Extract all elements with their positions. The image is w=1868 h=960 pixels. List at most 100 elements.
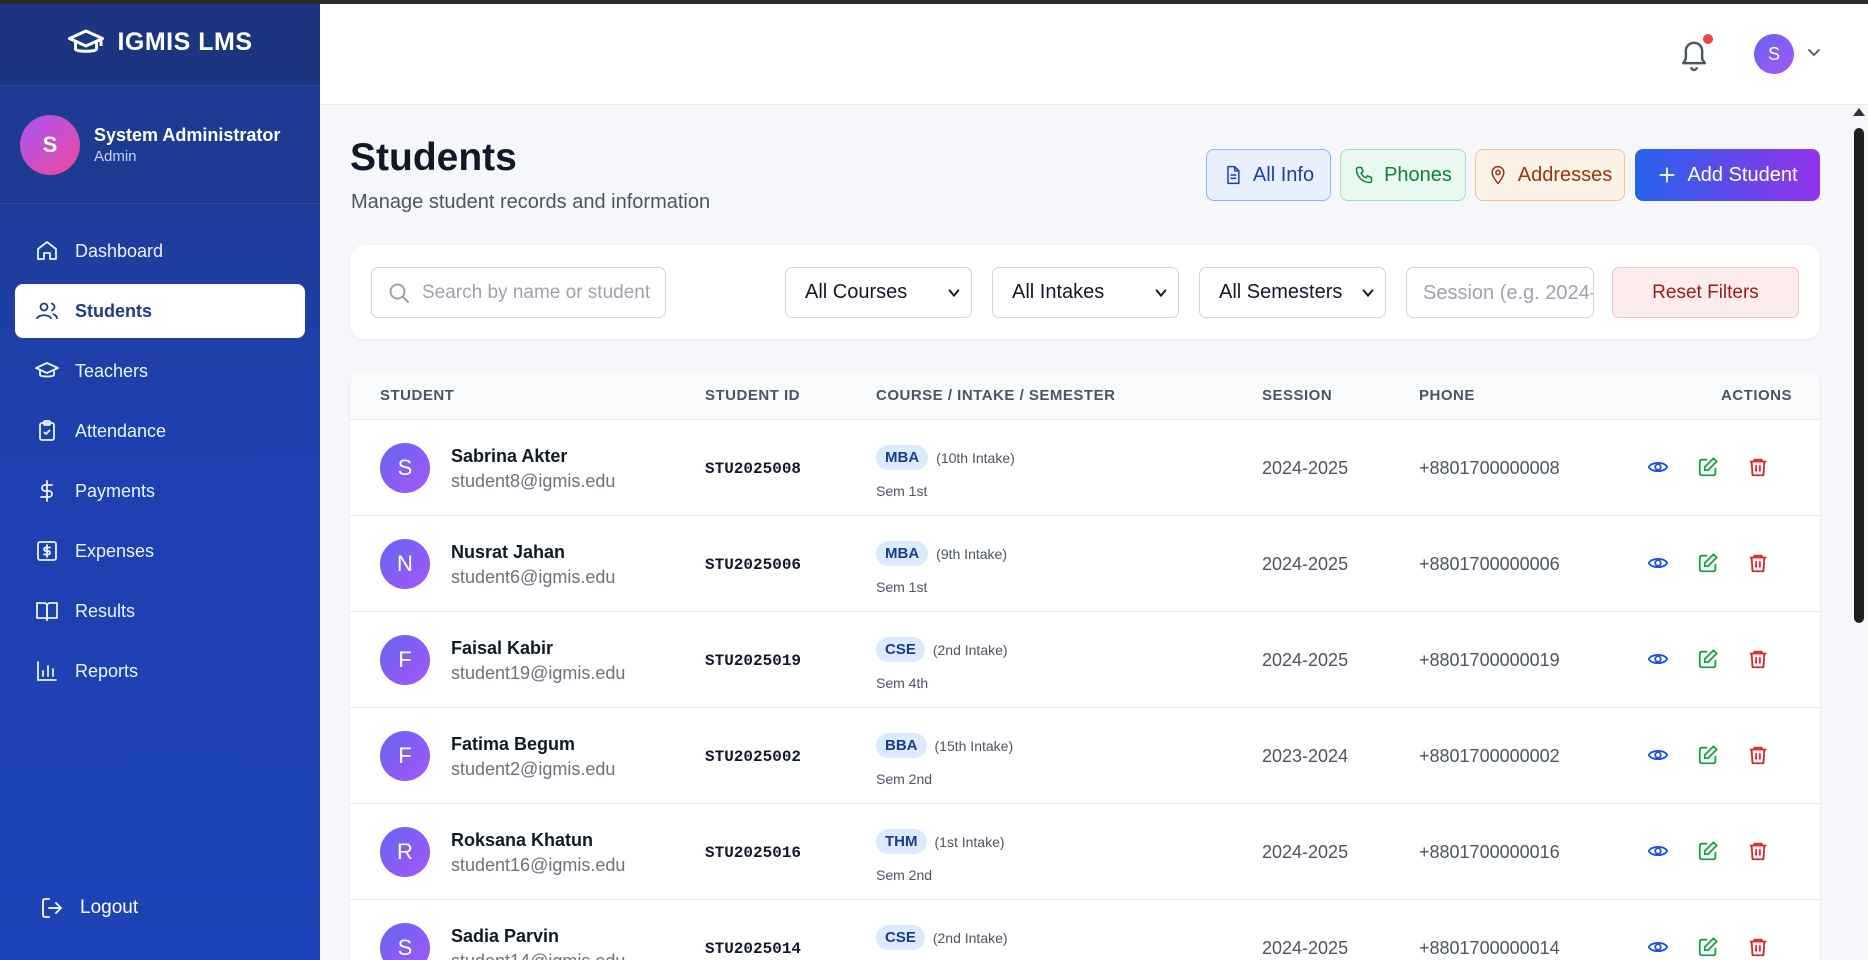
table-row: R Roksana Khatun student16@igmis.edu STU… [350, 804, 1820, 900]
course-select-value: All Courses [805, 281, 908, 303]
book-open-icon [36, 602, 58, 621]
sidebar-item-results[interactable]: Results [15, 584, 305, 638]
trash-icon[interactable] [1747, 936, 1769, 958]
search-input[interactable] [422, 278, 657, 308]
scrollbar-thumb[interactable] [1854, 128, 1864, 623]
course-select[interactable]: All Courses [785, 267, 972, 318]
course-info: BBA (15th Intake) [876, 733, 1013, 758]
window-top-edge [0, 0, 1868, 4]
view-icon[interactable] [1647, 648, 1669, 670]
course-badge: CSE [876, 637, 925, 662]
student-id: STU2025008 [705, 460, 802, 478]
session-value: 2024-2025 [1262, 842, 1349, 862]
column-course: COURSE / INTAKE / SEMESTER [876, 387, 1116, 404]
phone-value: +8801700000019 [1419, 650, 1560, 670]
student-email: student19@igmis.edu [451, 663, 626, 683]
dollar-icon [40, 480, 53, 502]
edit-icon[interactable] [1697, 840, 1719, 862]
sidebar-item-dashboard[interactable]: Dashboard [15, 224, 305, 278]
course-info: MBA (9th Intake) [876, 541, 1007, 566]
view-icon[interactable] [1647, 744, 1669, 766]
course-info: THM (1st Intake) [876, 829, 1005, 854]
sidebar-item-reports[interactable]: Reports [15, 644, 305, 698]
session-value: 2024-2025 [1262, 554, 1349, 574]
student-avatar: F [380, 635, 430, 685]
users-icon [36, 302, 58, 320]
trash-icon[interactable] [1747, 552, 1769, 574]
student-name: Fatima Begum [451, 734, 576, 754]
sidebar-item-label: Students [75, 300, 153, 321]
student-id: STU2025006 [705, 556, 802, 574]
plus-icon [1659, 167, 1676, 183]
column-session: SESSION [1262, 387, 1333, 404]
view-icon[interactable] [1647, 840, 1669, 862]
sidebar-item-label: Results [75, 600, 136, 621]
sidebar-item-teachers[interactable]: Teachers [15, 344, 305, 398]
edit-icon[interactable] [1697, 456, 1719, 478]
semester-label: Sem 1st [876, 483, 928, 499]
column-student: STUDENT [380, 387, 455, 404]
view-icon[interactable] [1647, 456, 1669, 478]
document-icon [1227, 165, 1240, 185]
course-badge: CSE [876, 925, 925, 950]
session-value: 2024-2025 [1262, 458, 1349, 478]
graduation-cap-icon [68, 29, 105, 53]
reset-filters-button[interactable]: Reset Filters [1612, 267, 1799, 318]
sidebar-item-students[interactable]: Students [15, 284, 305, 338]
add-student-button[interactable]: Add Student [1635, 149, 1820, 201]
session-input[interactable] [1423, 278, 1593, 308]
sidebar-item-label: Reports [75, 660, 139, 681]
all-info-button[interactable]: All Info [1206, 149, 1331, 201]
edit-icon[interactable] [1697, 744, 1719, 766]
addresses-button[interactable]: Addresses [1475, 149, 1625, 201]
student-name: Nusrat Jahan [451, 542, 566, 562]
view-icon[interactable] [1647, 936, 1669, 958]
student-avatar: N [380, 539, 430, 589]
session-box[interactable] [1406, 267, 1594, 318]
table-row: N Nusrat Jahan student6@igmis.edu STU202… [350, 516, 1820, 612]
phone-value: +8801700000014 [1419, 938, 1560, 958]
view-icon[interactable] [1647, 552, 1669, 574]
trash-icon[interactable] [1747, 456, 1769, 478]
student-avatar: R [380, 827, 430, 877]
phone-icon [1355, 166, 1373, 184]
student-email: student14@igmis.edu [451, 951, 625, 960]
page-subtitle: Manage student records and information [351, 191, 711, 213]
filters-card: All Courses All Intakes All Semesters Re… [350, 245, 1820, 339]
bar-chart-icon [37, 661, 57, 681]
sidebar-nav: Dashboard Students Teachers Attendance P… [15, 224, 305, 704]
student-id: STU2025019 [705, 652, 802, 670]
notification-badge [1703, 34, 1713, 44]
brand[interactable]: IGMIS LMS [0, 0, 320, 86]
trash-icon[interactable] [1747, 840, 1769, 862]
semester-select[interactable]: All Semesters [1199, 267, 1386, 318]
scroll-up-arrow[interactable] [1853, 108, 1865, 116]
intake-select[interactable]: All Intakes [992, 267, 1179, 318]
search-box[interactable] [371, 267, 666, 318]
page-title: Students [350, 136, 517, 179]
semester-label: Sem 2nd [876, 867, 933, 883]
edit-icon[interactable] [1697, 648, 1719, 670]
phones-button[interactable]: Phones [1340, 149, 1466, 201]
edit-icon[interactable] [1697, 552, 1719, 574]
intake-label: (15th Intake) [934, 737, 1014, 754]
sidebar-item-label: Attendance [75, 420, 167, 441]
receipt-dollar-icon [37, 541, 57, 561]
trash-icon[interactable] [1747, 744, 1769, 766]
table-body: S Sabrina Akter student8@igmis.edu STU20… [350, 420, 1820, 960]
phone-value: +8801700000002 [1419, 746, 1560, 766]
student-email: student8@igmis.edu [451, 471, 616, 491]
sidebar-item-expenses[interactable]: Expenses [15, 524, 305, 578]
user-avatar-menu[interactable]: S [1754, 34, 1794, 74]
search-icon [389, 283, 409, 303]
chevron-down-icon[interactable] [1806, 44, 1822, 60]
sidebar-item-attendance[interactable]: Attendance [15, 404, 305, 458]
logout-button[interactable]: Logout [40, 896, 138, 920]
sidebar: IGMIS LMS S System Administrator Admin D… [0, 0, 320, 960]
sidebar-item-payments[interactable]: Payments [15, 464, 305, 518]
intake-label: (2nd Intake) [932, 929, 1008, 946]
edit-icon[interactable] [1697, 936, 1719, 958]
student-avatar: F [380, 731, 430, 781]
trash-icon[interactable] [1747, 648, 1769, 670]
course-info: CSE (2nd Intake) [876, 925, 1008, 950]
